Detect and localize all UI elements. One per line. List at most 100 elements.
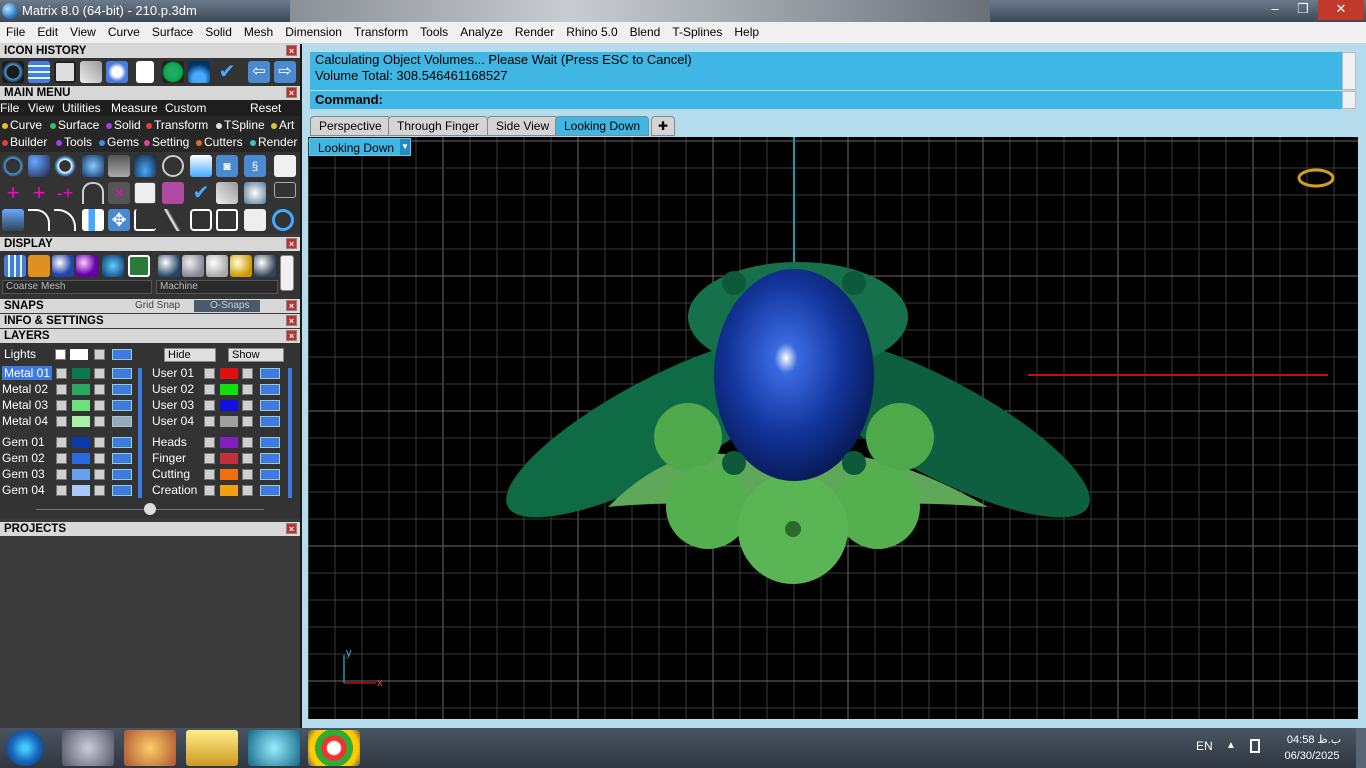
expand-icon[interactable] <box>56 485 67 496</box>
layer-color-swatch[interactable] <box>72 485 90 496</box>
calculator-icon[interactable] <box>62 730 114 766</box>
tray-arrow-icon[interactable]: ▲ <box>1226 740 1236 751</box>
tab-side-view[interactable]: Side View <box>487 116 559 136</box>
main-menu-header[interactable]: MAIN MENU × <box>0 86 300 100</box>
sphere-white-icon[interactable] <box>206 255 228 277</box>
ring-icon[interactable] <box>272 209 294 231</box>
lock-icon[interactable] <box>242 453 253 464</box>
expand-icon[interactable] <box>56 416 67 427</box>
layer-color-swatch[interactable] <box>72 437 90 448</box>
display-header[interactable]: DISPLAY × <box>0 237 300 251</box>
ungroup-icon[interactable] <box>216 209 238 231</box>
visibility-toggle[interactable] <box>260 485 280 496</box>
expand-icon[interactable] <box>204 416 215 427</box>
lock-icon[interactable] <box>94 368 105 379</box>
visibility-toggle[interactable] <box>112 349 132 360</box>
lock-icon[interactable] <box>94 400 105 411</box>
menu-tsplines[interactable]: T-Splines <box>666 22 728 39</box>
grid-snap-label[interactable]: Grid Snap <box>135 299 180 313</box>
lock-icon[interactable] <box>242 469 253 480</box>
shank-tool-icon[interactable] <box>82 155 104 177</box>
visibility-toggle[interactable] <box>260 416 280 427</box>
close-button[interactable]: ✕ <box>1318 0 1364 20</box>
layer-row-user02[interactable]: User 02 <box>152 382 292 397</box>
check-tool-icon[interactable]: ✔ <box>190 182 212 204</box>
close-icon[interactable]: × <box>286 87 297 98</box>
expand-icon[interactable] <box>56 384 67 395</box>
visibility-toggle[interactable] <box>112 368 132 379</box>
visibility-toggle[interactable] <box>112 485 132 496</box>
viewport-looking-down[interactable]: y x <box>308 137 1358 719</box>
mm-custom[interactable]: Custom <box>165 101 206 115</box>
matrix-icon[interactable] <box>248 730 300 766</box>
layer-row-cutting[interactable]: Cutting <box>152 467 292 482</box>
expand-icon[interactable] <box>56 437 67 448</box>
layer-row-user04[interactable]: User 04 <box>152 414 292 429</box>
menu-mesh[interactable]: Mesh <box>238 22 279 39</box>
ring-tool-icon[interactable] <box>54 155 76 177</box>
visibility-toggle[interactable] <box>112 400 132 411</box>
start-button[interactable] <box>6 730 44 766</box>
visibility-toggle[interactable] <box>260 384 280 395</box>
small-circle-icon[interactable] <box>274 182 296 198</box>
layer-row-metal04[interactable]: Metal 04 <box>2 414 142 429</box>
arc-icon[interactable] <box>82 182 104 204</box>
chrome-icon[interactable] <box>308 730 360 766</box>
rotate-icon[interactable] <box>28 209 50 231</box>
lock-icon[interactable] <box>242 400 253 411</box>
layer-row-user01[interactable]: User 01 <box>152 366 292 381</box>
layer-color-swatch[interactable] <box>220 368 238 379</box>
lock-icon[interactable] <box>94 437 105 448</box>
layer-color-swatch[interactable] <box>220 485 238 496</box>
visibility-toggle[interactable] <box>112 384 132 395</box>
cut-icon[interactable] <box>244 209 266 231</box>
lights-color-swatch[interactable] <box>70 349 88 360</box>
close-icon[interactable]: × <box>286 238 297 249</box>
mm-reset[interactable]: Reset <box>250 101 281 115</box>
shaded-icon[interactable] <box>28 255 50 277</box>
close-icon[interactable]: × <box>286 315 297 326</box>
rendered-icon[interactable] <box>52 255 74 277</box>
prong-tool-icon[interactable] <box>108 155 130 177</box>
forward-arrow-icon[interactable]: ⇨ <box>274 61 296 83</box>
lock-icon[interactable] <box>94 453 105 464</box>
sphere-grid-icon[interactable] <box>182 255 204 277</box>
layers-header[interactable]: LAYERS × <box>0 329 300 343</box>
layer-row-finger[interactable]: Finger <box>152 451 292 466</box>
info-settings-header[interactable]: INFO & SETTINGS × <box>0 314 300 328</box>
check-icon[interactable]: ✔ <box>216 61 238 83</box>
command-scrollbar[interactable] <box>1342 91 1356 109</box>
projects-header[interactable]: PROJECTS × <box>0 522 300 536</box>
side-button-icon[interactable] <box>274 155 296 177</box>
material-dropdown[interactable]: Machine <box>156 280 278 294</box>
back-arrow-icon[interactable]: ⇦ <box>248 61 270 83</box>
environment-icon[interactable] <box>102 255 124 277</box>
mesh-dropdown[interactable]: Coarse Mesh <box>2 280 152 294</box>
menu-help[interactable]: Help <box>728 22 765 39</box>
cat-tspline[interactable]: TSpline <box>216 118 265 132</box>
menu-analyze[interactable]: Analyze <box>454 22 509 39</box>
curve-tool-icon[interactable] <box>28 155 50 177</box>
mirror-icon[interactable] <box>82 209 104 231</box>
scale-icon[interactable] <box>134 209 156 231</box>
viewport-label-dropdown[interactable]: Looking Down ▼ <box>309 138 411 156</box>
expand-icon[interactable] <box>56 453 67 464</box>
layer-color-swatch[interactable] <box>220 416 238 427</box>
cat-cutters[interactable]: Cutters <box>196 135 243 149</box>
lock-icon[interactable] <box>94 469 105 480</box>
gem-icon[interactable] <box>106 61 128 83</box>
layer-row-user03[interactable]: User 03 <box>152 398 292 413</box>
cat-tools[interactable]: Tools <box>56 135 92 149</box>
bucket-icon[interactable]: ◙ <box>216 155 238 177</box>
lock-icon[interactable] <box>242 437 253 448</box>
visibility-toggle[interactable] <box>112 469 132 480</box>
split-icon[interactable]: -+ <box>54 182 76 204</box>
sphere-tool-icon[interactable] <box>244 182 266 204</box>
mm-measure[interactable]: Measure <box>111 101 158 115</box>
script-icon[interactable]: § <box>244 155 266 177</box>
menu-transform[interactable]: Transform <box>348 22 414 39</box>
cat-render[interactable]: Render <box>250 135 297 149</box>
lock-icon[interactable] <box>94 416 105 427</box>
layer-color-swatch[interactable] <box>72 368 90 379</box>
expand-icon[interactable] <box>204 453 215 464</box>
